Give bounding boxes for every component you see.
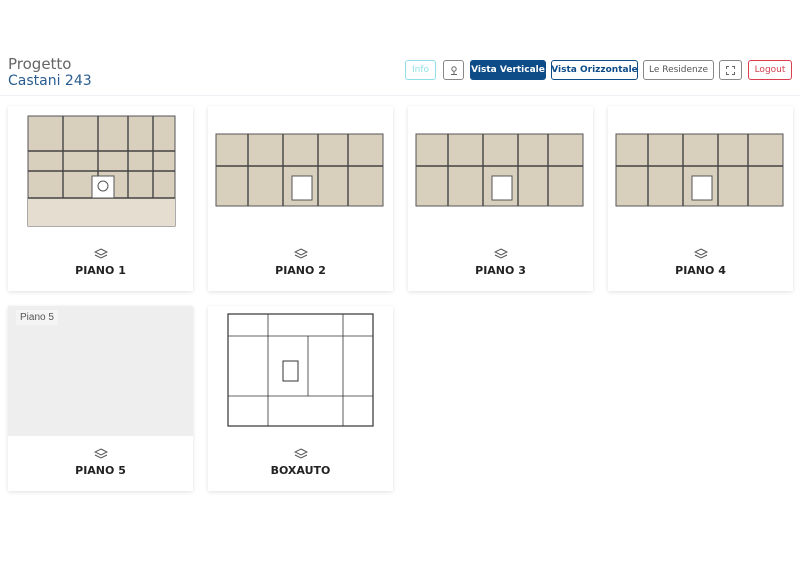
floor-card-piano-3[interactable]: PIANO 3 bbox=[408, 106, 593, 291]
floor-card-piano-2[interactable]: PIANO 2 bbox=[208, 106, 393, 291]
logout-button[interactable]: Logout bbox=[748, 60, 792, 80]
residences-button[interactable]: Le Residenze bbox=[643, 60, 714, 80]
floor-plan-drawing bbox=[227, 313, 374, 427]
floor-plan-thumbnail[interactable] bbox=[608, 106, 793, 236]
fullscreen-button[interactable] bbox=[719, 60, 742, 80]
location-button[interactable] bbox=[443, 60, 464, 80]
floor-card-piano-1[interactable]: PIANO 1 bbox=[8, 106, 193, 291]
project-label: Progetto bbox=[8, 55, 72, 73]
location-pin-icon bbox=[450, 65, 457, 75]
project-name: Castani 243 bbox=[8, 73, 92, 89]
fullscreen-icon bbox=[726, 65, 735, 75]
floor-name: PIANO 1 bbox=[75, 264, 126, 277]
floor-card-piano-4[interactable]: PIANO 4 bbox=[608, 106, 793, 291]
floor-plan-drawing bbox=[415, 133, 584, 207]
floor-name: PIANO 4 bbox=[675, 264, 726, 277]
floor-plan-thumbnail[interactable] bbox=[408, 106, 593, 236]
floor-name: PIANO 5 bbox=[75, 464, 126, 477]
layers-icon bbox=[694, 248, 708, 259]
floor-plan-thumbnail[interactable] bbox=[8, 106, 193, 236]
layers-icon bbox=[294, 448, 308, 459]
floor-name: PIANO 2 bbox=[275, 264, 326, 277]
floor-plan-placeholder[interactable]: Piano 5 bbox=[8, 306, 193, 436]
floor-name: BOXAUTO bbox=[270, 464, 331, 477]
floor-card-boxauto[interactable]: BOXAUTO bbox=[208, 306, 393, 491]
floor-name: PIANO 3 bbox=[475, 264, 526, 277]
placeholder-label: Piano 5 bbox=[16, 310, 58, 325]
horizontal-view-button[interactable]: Vista Orizzontale bbox=[551, 60, 638, 80]
layers-icon bbox=[94, 248, 108, 259]
layers-icon bbox=[294, 248, 308, 259]
info-button[interactable]: Info bbox=[405, 60, 436, 80]
layers-icon bbox=[94, 448, 108, 459]
floor-plan-drawing bbox=[615, 133, 784, 207]
floor-plan-drawing bbox=[215, 133, 384, 207]
header: Progetto Castani 243 bbox=[0, 0, 800, 96]
floor-plan-thumbnail[interactable] bbox=[208, 306, 393, 436]
layers-icon bbox=[494, 248, 508, 259]
floor-card-piano-5[interactable]: Piano 5 PIANO 5 bbox=[8, 306, 193, 491]
floor-plan-thumbnail[interactable] bbox=[208, 106, 393, 236]
floor-plan-drawing bbox=[27, 115, 176, 227]
vertical-view-button[interactable]: Vista Verticale bbox=[470, 60, 546, 80]
